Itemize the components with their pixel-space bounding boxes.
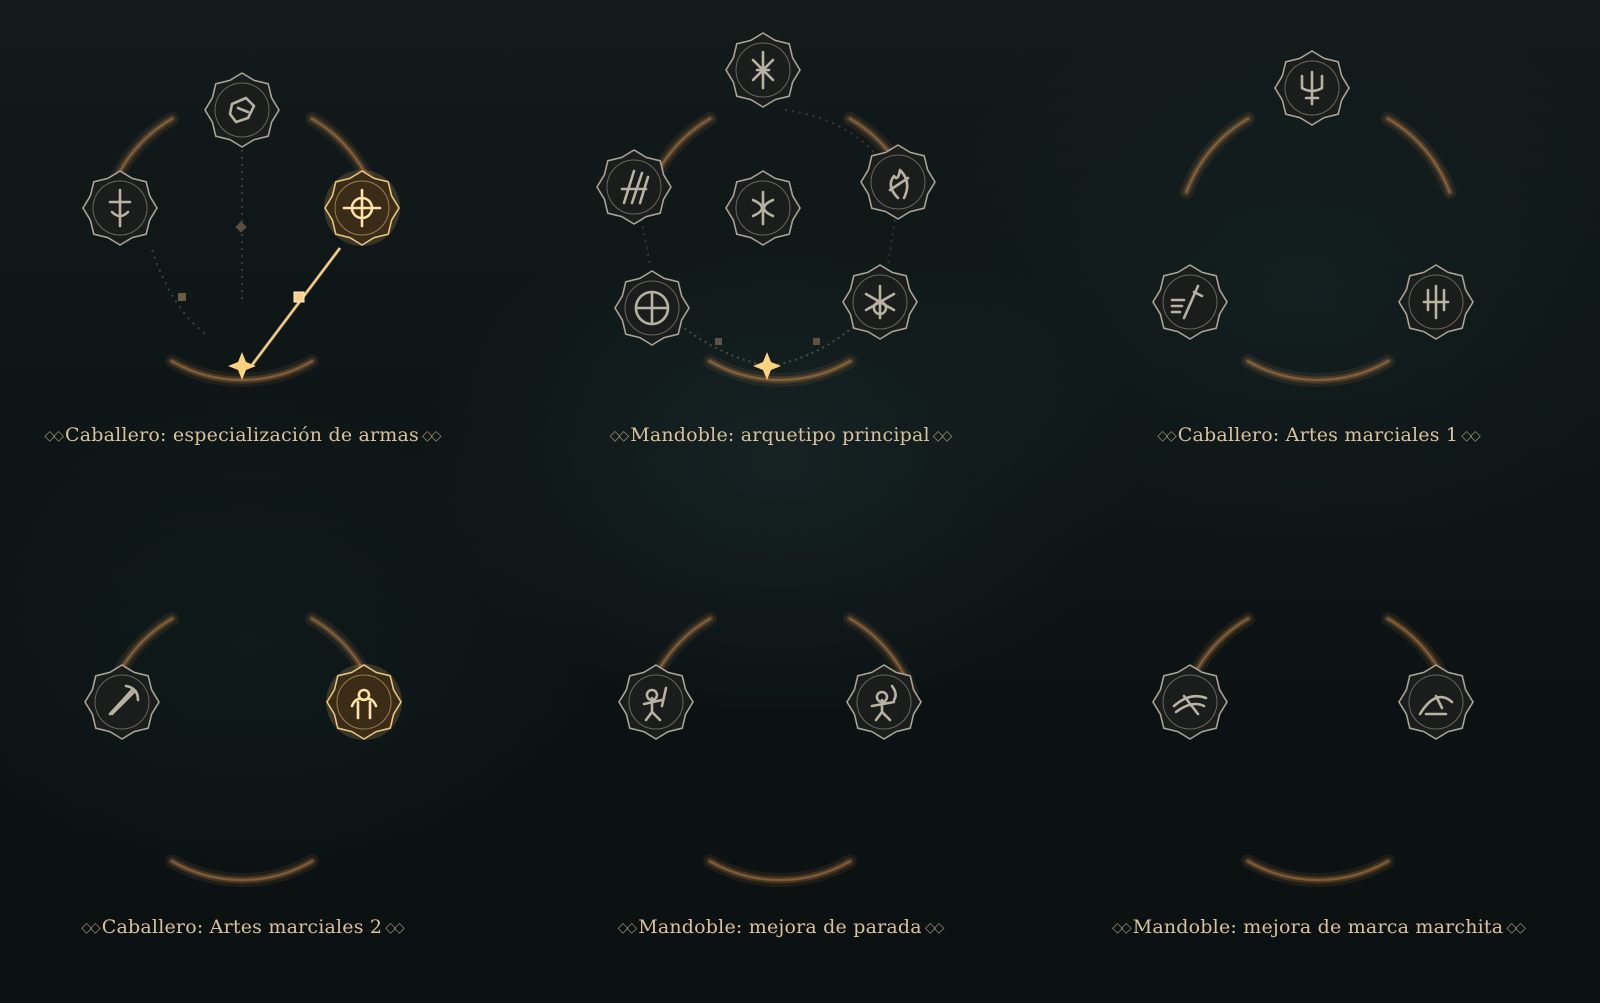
- panel-title: ◇◇ Caballero: Artes marciales 1 ◇◇: [1108, 424, 1528, 446]
- skill-tree-panel-main-archetype: ◇◇ Mandoble: arquetipo principal ◇◇: [570, 32, 990, 460]
- sweeping-strike-icon: [1398, 664, 1474, 740]
- star-rune-icon: [842, 264, 918, 340]
- panel-title: ◇◇ Mandoble: mejora de marca marchita ◇◇: [1108, 916, 1528, 938]
- ring-arcs: [641, 611, 919, 887]
- ring-arc: [1179, 111, 1255, 200]
- skill-node[interactable]: [844, 662, 924, 742]
- warrior-parry-icon: [618, 664, 694, 740]
- burning-warrior-icon: [846, 664, 922, 740]
- crossed-axes-icon: [84, 664, 160, 740]
- skill-node[interactable]: [723, 168, 803, 248]
- skill-node[interactable]: [324, 662, 404, 742]
- tree-connections: [1179, 611, 1457, 887]
- panel-title-text: Caballero: Artes marciales 1: [1177, 424, 1459, 446]
- ornament-left-icon: ◇◇: [609, 428, 629, 444]
- trident-rune-icon: [1274, 50, 1350, 126]
- ring-arcs: [1179, 611, 1457, 887]
- node-frame: [326, 664, 402, 740]
- gauntlet-icon: [204, 72, 280, 148]
- ornament-right-icon: ◇◇: [385, 920, 404, 936]
- skill-tree-panel-withered-mark-upgrade: ◇◇ Mandoble: mejora de marca marchita ◇◇: [1108, 540, 1528, 960]
- rune-knot-icon: [725, 170, 801, 246]
- skill-node[interactable]: [1150, 662, 1230, 742]
- ornament-right-icon: ◇◇: [1506, 920, 1525, 936]
- ornament-left-icon: ◇◇: [617, 920, 637, 936]
- skill-node[interactable]: [858, 142, 938, 222]
- skill-node[interactable]: [82, 662, 162, 742]
- skill-node[interactable]: [1272, 48, 1352, 128]
- claw-sigil-icon: [596, 149, 672, 225]
- ornament-right-icon: ◇◇: [932, 428, 952, 444]
- skill-tree-screen: ◇◇ Caballero: especialización de armas ◇◇ …: [0, 0, 1600, 1003]
- ring-arcs: [103, 611, 381, 887]
- skill-tree-panel-martial-arts-2: ◇◇ Caballero: Artes marciales 2 ◇◇: [32, 540, 452, 960]
- panel-title-text: Caballero: especialización de armas: [64, 424, 420, 446]
- sword-dash-icon: [1152, 264, 1228, 340]
- tree-connections: [641, 611, 919, 887]
- node-glyph: [634, 290, 670, 326]
- flame-sigil-icon: [860, 144, 936, 220]
- skill-node[interactable]: [202, 70, 282, 150]
- skill-node[interactable]: [80, 168, 160, 248]
- crosshair-sigil-icon: [324, 170, 400, 246]
- wind-slash-icon: [1152, 664, 1228, 740]
- skill-node[interactable]: [1396, 262, 1476, 342]
- panel-title: ◇◇ Mandoble: arquetipo principal ◇◇: [570, 424, 990, 446]
- skill-node[interactable]: [612, 268, 692, 348]
- ornament-left-icon: ◇◇: [1112, 920, 1131, 936]
- node-frame: [1398, 664, 1474, 740]
- panel-title-text: Mandoble: mejora de marca marchita: [1132, 916, 1504, 938]
- panel-title: ◇◇ Caballero: Artes marciales 2 ◇◇: [32, 916, 452, 938]
- ornament-right-icon: ◇◇: [924, 920, 944, 936]
- tree-connections: [103, 611, 381, 887]
- panel-title-text: Caballero: Artes marciales 2: [101, 916, 383, 938]
- skill-tree-panel-parry-upgrade: ◇◇ Mandoble: mejora de parada ◇◇: [570, 540, 990, 960]
- ornament-left-icon: ◇◇: [1157, 428, 1176, 444]
- flexing-warrior-icon: [326, 664, 402, 740]
- panel-title-text: Mandoble: arquetipo principal: [630, 424, 930, 446]
- rune-sword-icon: [82, 170, 158, 246]
- spiked-sigil-icon: [725, 32, 801, 108]
- panel-title: ◇◇ Mandoble: mejora de parada ◇◇: [570, 916, 990, 938]
- ornament-right-icon: ◇◇: [422, 428, 441, 444]
- circle-rune-icon: [614, 270, 690, 346]
- skill-node[interactable]: [594, 147, 674, 227]
- skill-tree-panel-martial-arts-1: ◇◇ Caballero: Artes marciales 1 ◇◇: [1108, 40, 1528, 460]
- ornament-right-icon: ◇◇: [1461, 428, 1480, 444]
- skill-node[interactable]: [1150, 262, 1230, 342]
- skill-node[interactable]: [840, 262, 920, 342]
- panel-title-text: Mandoble: mejora de parada: [638, 916, 922, 938]
- skill-node[interactable]: [1396, 662, 1476, 742]
- ring-arc: [1381, 111, 1457, 200]
- skill-tree-panel-weapon-specialization: ◇◇ Caballero: especialización de armas ◇◇: [32, 40, 452, 460]
- node-frame: [860, 144, 936, 220]
- skill-node[interactable]: [616, 662, 696, 742]
- panel-title: ◇◇ Caballero: especialización de armas ◇◇: [32, 424, 452, 446]
- ornament-left-icon: ◇◇: [81, 920, 100, 936]
- ornament-left-icon: ◇◇: [44, 428, 63, 444]
- skill-node[interactable]: [322, 168, 402, 248]
- skill-node[interactable]: [723, 30, 803, 110]
- fork-rune-icon: [1398, 264, 1474, 340]
- node-frame: [596, 149, 672, 225]
